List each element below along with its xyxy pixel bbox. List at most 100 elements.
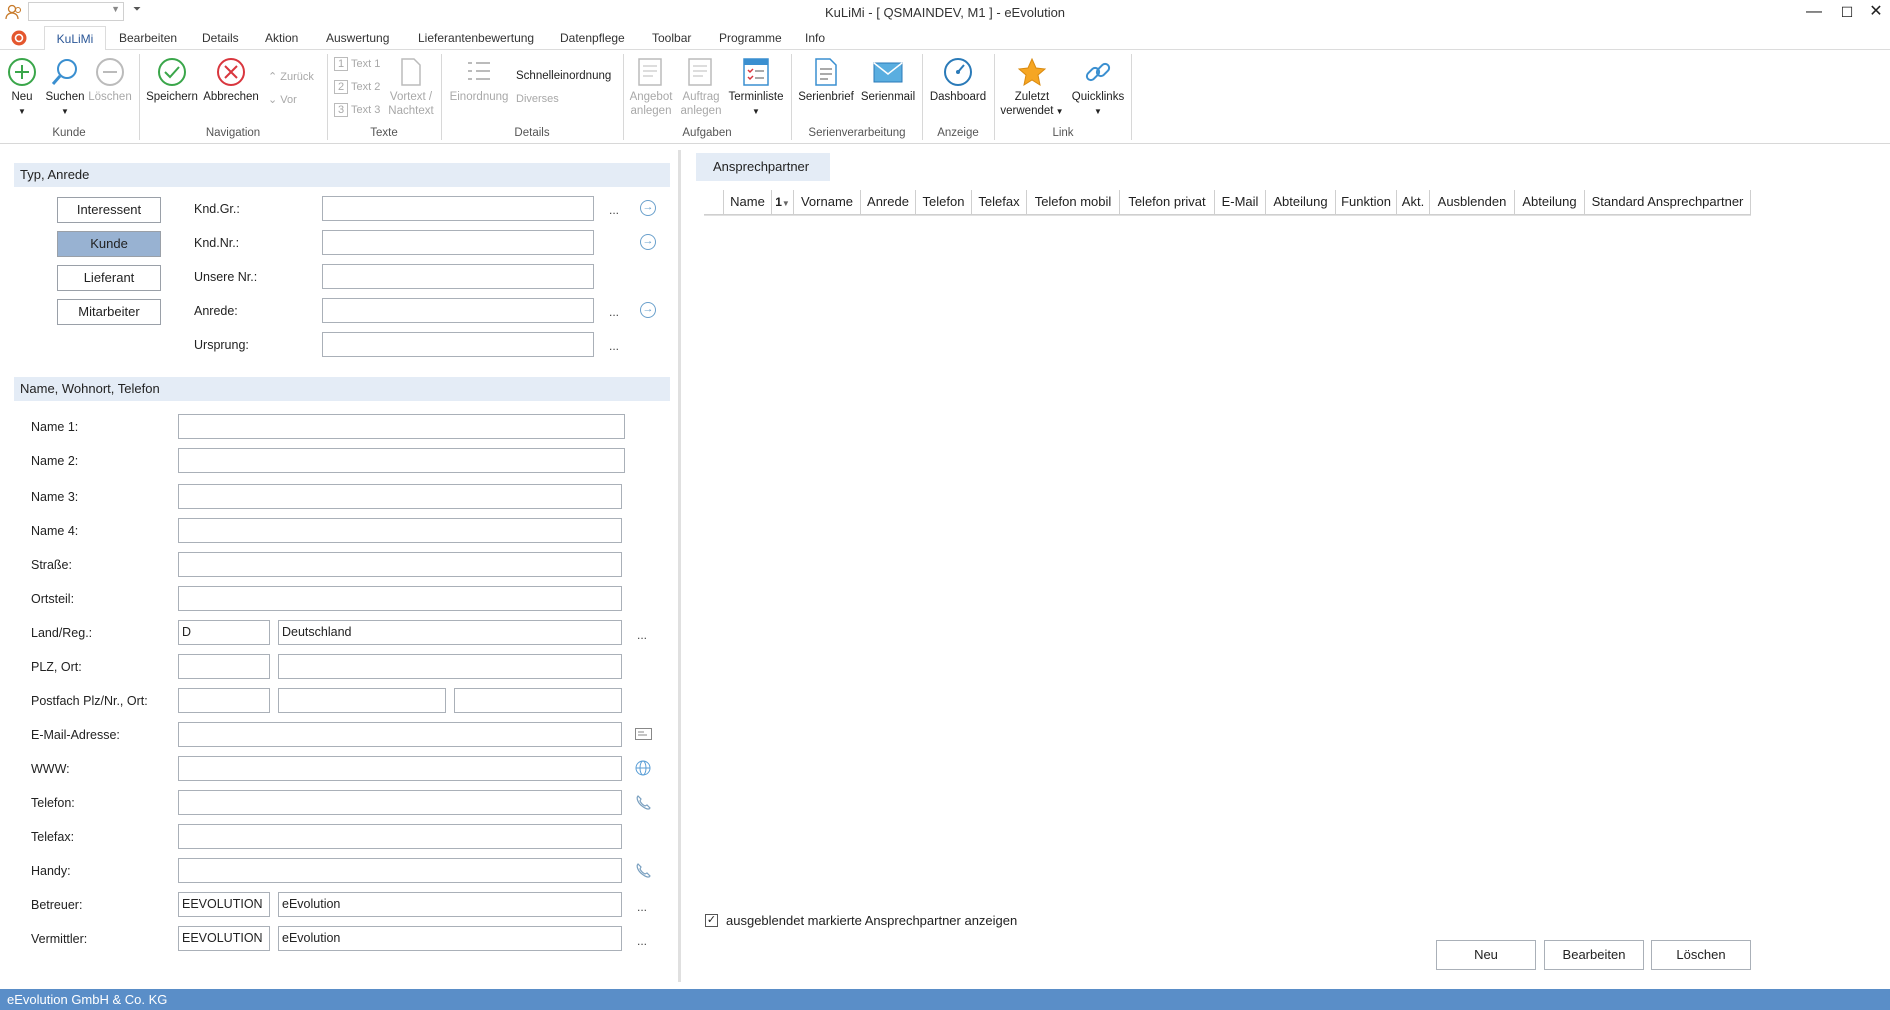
land-browse-button[interactable]: ...	[637, 628, 647, 642]
vermittler-code-input[interactable]: EEVOLUTION	[178, 926, 270, 951]
anrede-input[interactable]	[322, 298, 594, 323]
tab-datenpflege[interactable]: Datenpflege	[556, 26, 629, 50]
tab-kulimi[interactable]: KuLiMi	[44, 26, 106, 51]
column-abteilung-2[interactable]: Abteilung	[1515, 190, 1585, 214]
tab-ansprechpartner[interactable]: Ansprechpartner	[696, 153, 830, 181]
kundengruppe-goto-icon[interactable]: →	[640, 200, 656, 216]
anrede-browse-button[interactable]: ...	[609, 305, 619, 319]
anrede-goto-icon[interactable]: →	[640, 302, 656, 318]
tab-programme[interactable]: Programme	[715, 26, 786, 50]
show-hidden-checkbox[interactable]: ✓	[705, 914, 718, 927]
ortsteil-input[interactable]	[178, 586, 622, 611]
betreuer-browse-button[interactable]: ...	[637, 900, 647, 914]
search-button[interactable]: Suchen ▼	[44, 57, 86, 119]
contact-new-button[interactable]: Neu	[1436, 940, 1536, 970]
type-button-interessent[interactable]: Interessent	[57, 197, 161, 223]
new-button[interactable]: Neu ▼	[6, 57, 38, 119]
kundennummer-input[interactable]	[322, 230, 594, 255]
phone-icon[interactable]	[635, 794, 651, 813]
tab-bearbeiten[interactable]: Bearbeiten	[115, 26, 181, 50]
vortext-button[interactable]: Vortext / Nachtext	[386, 57, 436, 118]
column-telefon-mobil[interactable]: Telefon mobil	[1027, 190, 1120, 214]
schnelleinordnung-button[interactable]: Schnelleinordnung	[516, 70, 611, 82]
search-dropdown-icon[interactable]: ▼	[61, 107, 69, 116]
globe-icon[interactable]	[635, 760, 651, 779]
forward-button[interactable]: ⌄ Vor	[268, 93, 297, 106]
land-code-input[interactable]: D	[178, 620, 270, 645]
vermittler-name-input[interactable]: eEvolution	[278, 926, 622, 951]
ort-input[interactable]	[278, 654, 622, 679]
name3-input[interactable]	[178, 484, 622, 509]
contact-delete-button[interactable]: Löschen	[1651, 940, 1751, 970]
column-telefon-privat[interactable]: Telefon privat	[1120, 190, 1215, 214]
angebot-anlegen-button[interactable]: Angebot anlegen	[628, 57, 674, 118]
plz-input[interactable]	[178, 654, 270, 679]
delete-button[interactable]: Löschen	[88, 57, 132, 104]
maximize-icon[interactable]: ☐	[1832, 0, 1862, 24]
kundengruppe-input[interactable]	[322, 196, 594, 221]
save-button[interactable]: Speichern	[144, 57, 200, 104]
kundengruppe-browse-button[interactable]: ...	[609, 203, 619, 217]
handy-input[interactable]	[178, 858, 622, 883]
unsere-nr-input[interactable]	[322, 264, 594, 289]
terminliste-button[interactable]: Terminliste ▼	[728, 57, 784, 119]
column-standard-ansprechpartner[interactable]: Standard Ansprechpartner	[1585, 190, 1751, 214]
minimize-icon[interactable]: —	[1799, 0, 1829, 24]
serienbrief-button[interactable]: Serienbrief	[796, 57, 856, 104]
tab-details[interactable]: Details	[198, 26, 243, 50]
column-ausblenden[interactable]: Ausblenden	[1430, 190, 1515, 214]
type-button-kunde[interactable]: Kunde	[57, 231, 161, 257]
quicklinks-dropdown-icon[interactable]: ▼	[1094, 107, 1102, 116]
tab-auswertung[interactable]: Auswertung	[322, 26, 393, 50]
terminliste-dropdown-icon[interactable]: ▼	[752, 107, 760, 116]
postfach-nr-input[interactable]	[278, 688, 446, 713]
vermittler-browse-button[interactable]: ...	[637, 934, 647, 948]
column-abteilung[interactable]: Abteilung	[1266, 190, 1336, 214]
email-input[interactable]	[178, 722, 622, 747]
tab-aktion[interactable]: Aktion	[261, 26, 302, 50]
cancel-button[interactable]: Abbrechen	[202, 57, 260, 104]
app-menu-icon[interactable]	[10, 29, 28, 50]
new-dropdown-icon[interactable]: ▼	[18, 107, 26, 116]
strasse-input[interactable]	[178, 552, 622, 577]
quicklinks-button[interactable]: Quicklinks ▼	[1068, 57, 1128, 119]
column-sort-indicator[interactable]: 1▼	[772, 190, 794, 214]
column-email[interactable]: E-Mail	[1215, 190, 1266, 214]
telefon-input[interactable]	[178, 790, 622, 815]
panel-splitter[interactable]	[678, 150, 681, 982]
text1-button[interactable]: 1 Text 1	[334, 57, 380, 71]
www-input[interactable]	[178, 756, 622, 781]
type-button-lieferant[interactable]: Lieferant	[57, 265, 161, 291]
serienmail-button[interactable]: Serienmail	[858, 57, 918, 104]
postfach-plz-input[interactable]	[178, 688, 270, 713]
postfach-ort-input[interactable]	[454, 688, 622, 713]
name4-input[interactable]	[178, 518, 622, 543]
betreuer-code-input[interactable]: EEVOLUTION	[178, 892, 270, 917]
column-funktion[interactable]: Funktion	[1336, 190, 1397, 214]
mobile-phone-icon[interactable]	[635, 862, 651, 881]
diverses-button[interactable]: Diverses	[516, 93, 559, 105]
betreuer-name-input[interactable]: eEvolution	[278, 892, 622, 917]
contact-edit-button[interactable]: Bearbeiten	[1544, 940, 1644, 970]
land-name-input[interactable]: Deutschland	[278, 620, 622, 645]
column-name[interactable]: Name	[724, 190, 772, 214]
recently-used-dropdown-icon[interactable]: ▼	[1053, 107, 1064, 116]
dashboard-button[interactable]: Dashboard	[927, 57, 989, 104]
column-telefax[interactable]: Telefax	[972, 190, 1027, 214]
telefax-input[interactable]	[178, 824, 622, 849]
kundennummer-goto-icon[interactable]: →	[640, 234, 656, 250]
recently-used-button[interactable]: Zuletzt verwendet ▼	[998, 57, 1066, 119]
close-icon[interactable]: ✕	[1861, 0, 1890, 24]
text2-button[interactable]: 2 Text 2	[334, 80, 380, 94]
email-card-icon[interactable]	[635, 728, 652, 743]
tab-toolbar[interactable]: Toolbar	[648, 26, 695, 50]
einordnung-button[interactable]: Einordnung	[446, 57, 512, 104]
tab-info[interactable]: Info	[801, 26, 829, 50]
auftrag-anlegen-button[interactable]: Auftrag anlegen	[678, 57, 724, 118]
column-telefon[interactable]: Telefon	[916, 190, 972, 214]
column-vorname[interactable]: Vorname	[794, 190, 861, 214]
text3-button[interactable]: 3 Text 3	[334, 103, 380, 117]
column-aktiv[interactable]: Akt.	[1397, 190, 1430, 214]
ursprung-input[interactable]	[322, 332, 594, 357]
name2-input[interactable]	[178, 448, 625, 473]
